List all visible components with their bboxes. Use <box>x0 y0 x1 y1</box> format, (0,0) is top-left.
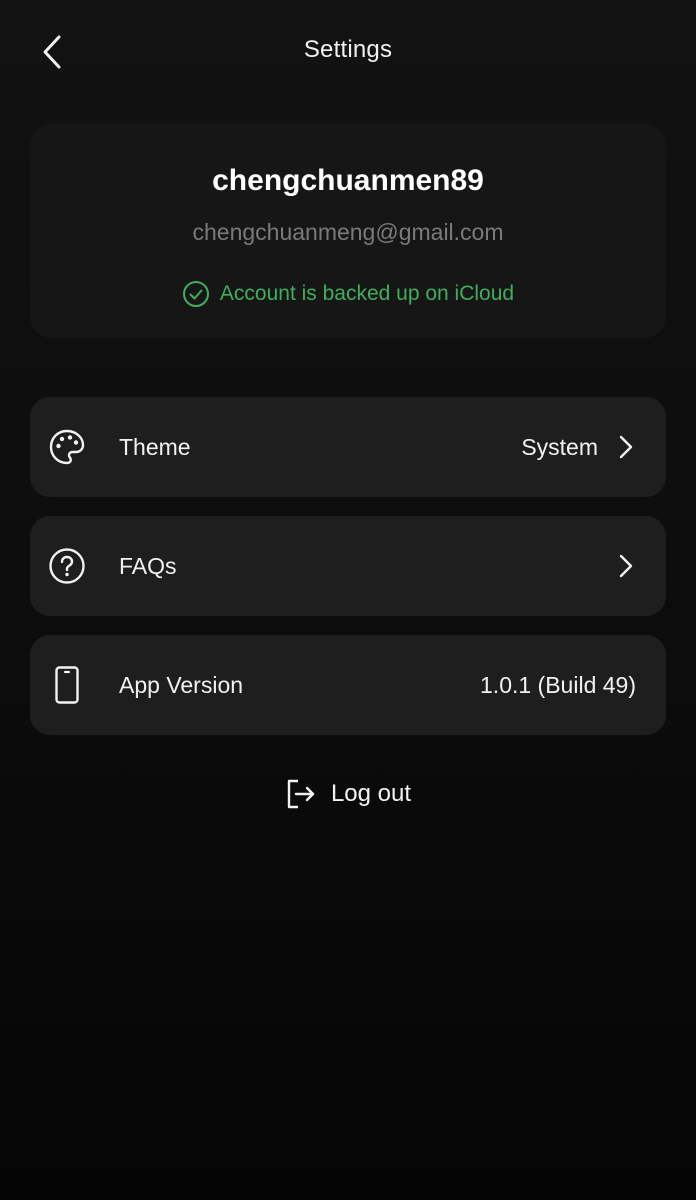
logout-button[interactable]: Log out <box>0 772 696 816</box>
theme-row[interactable]: Theme System <box>30 397 666 497</box>
faqs-label: FAQs <box>119 552 177 579</box>
faqs-row[interactable]: FAQs <box>30 516 666 616</box>
theme-label: Theme <box>119 433 191 460</box>
palette-icon <box>48 428 86 466</box>
check-circle-icon <box>182 281 209 307</box>
email: chengchuanmeng@gmail.com <box>192 219 504 245</box>
username: chengchuanmen89 <box>212 164 484 197</box>
logout-icon <box>287 779 315 809</box>
theme-value: System <box>521 433 598 460</box>
phone-icon <box>48 666 86 704</box>
app-version-row: App Version 1.0.1 (Build 49) <box>30 635 666 735</box>
profile-card: chengchuanmen89 chengchuanmeng@gmail.com… <box>30 124 666 338</box>
backup-status: Account is backed up on iCloud <box>30 280 666 308</box>
app-version-value: 1.0.1 (Build 49) <box>480 671 636 698</box>
logout-label: Log out <box>330 780 412 807</box>
question-circle-icon <box>48 547 86 585</box>
chevron-right-icon <box>616 553 636 579</box>
page-title: Settings <box>303 36 393 63</box>
app-version-label: App Version <box>119 671 244 698</box>
backup-status-text: Account is backed up on iCloud <box>219 282 515 305</box>
chevron-right-icon <box>616 434 636 460</box>
header: Settings <box>0 0 696 104</box>
